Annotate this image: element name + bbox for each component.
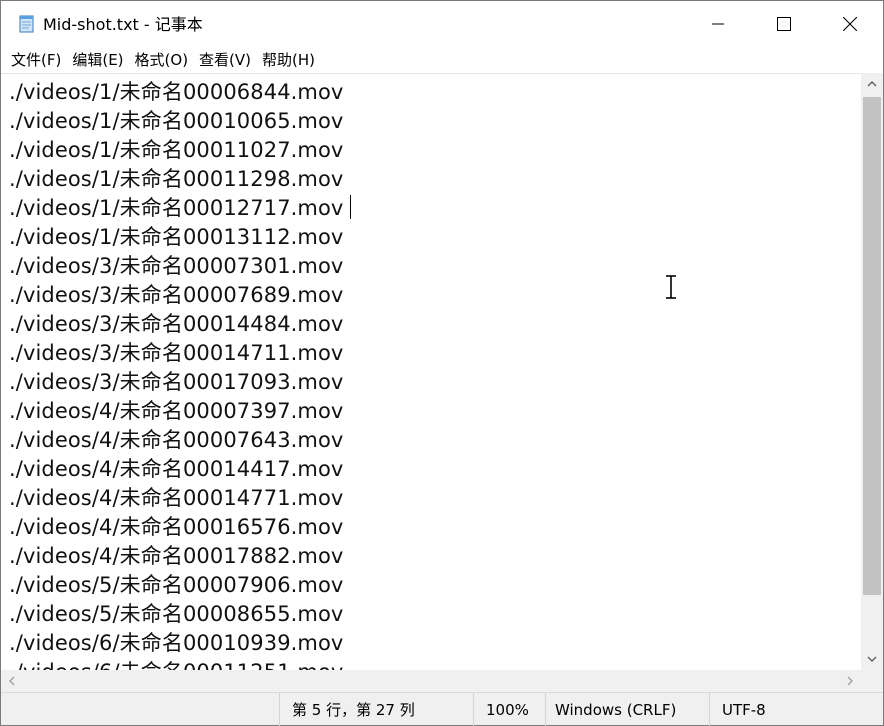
text-caret — [350, 195, 351, 219]
text-line: ./videos/1/未命名00011027.mov — [9, 138, 344, 162]
minimize-button[interactable] — [685, 1, 751, 47]
text-line: ./videos/1/未命名00010065.mov — [9, 109, 344, 133]
scroll-left-button[interactable] — [1, 670, 23, 692]
text-line: ./videos/6/未命名00011251.mov — [9, 658, 343, 670]
chevron-down-icon — [867, 656, 877, 662]
text-line: ./videos/4/未命名00007397.mov — [9, 399, 344, 423]
chevron-right-icon — [847, 676, 853, 686]
close-icon — [843, 17, 857, 31]
text-line: ./videos/1/未命名00012717.mov — [9, 196, 344, 220]
menu-bar: 文件(F) 编辑(E) 格式(O) 查看(V) 帮助(H) — [1, 47, 883, 73]
text-line: ./videos/4/未命名00014417.mov — [9, 457, 344, 481]
notepad-app-icon — [19, 15, 34, 33]
scroll-down-button[interactable] — [861, 648, 883, 670]
chevron-up-icon — [867, 81, 877, 87]
maximize-icon — [777, 17, 791, 31]
status-encoding: UTF-8 — [709, 693, 883, 726]
maximize-button[interactable] — [751, 1, 817, 47]
scrollbar-corner — [861, 670, 883, 692]
text-line: ./videos/4/未命名00007643.mov — [9, 428, 344, 452]
scroll-up-button[interactable] — [861, 73, 883, 95]
status-line-ending: Windows (CRLF) — [545, 693, 709, 726]
close-button[interactable] — [817, 1, 883, 47]
menu-edit[interactable]: 编辑(E) — [66, 50, 128, 70]
text-line: ./videos/4/未命名00017882.mov — [9, 544, 344, 568]
text-editor-area[interactable]: ./videos/1/未命名00006844.mov ./videos/1/未命… — [1, 73, 861, 670]
text-line: ./videos/1/未命名00013112.mov — [9, 225, 344, 249]
text-line: ./videos/3/未命名00014484.mov — [9, 312, 344, 336]
ibeam-cursor-icon — [666, 275, 676, 299]
vertical-scrollbar[interactable] — [861, 73, 883, 670]
menu-file[interactable]: 文件(F) — [5, 50, 66, 70]
text-line: ./videos/3/未命名00017093.mov — [9, 370, 344, 394]
menu-help[interactable]: 帮助(H) — [256, 50, 320, 70]
text-line: ./videos/3/未命名00014711.mov — [9, 341, 344, 365]
text-line: ./videos/5/未命名00008655.mov — [9, 602, 344, 626]
notepad-window: Mid-shot.txt - 记事本 文件(F) 编辑(E) 格式(O) 查看(… — [0, 0, 884, 726]
status-zoom: 100% — [473, 693, 545, 726]
text-line: ./videos/4/未命名00016576.mov — [9, 515, 344, 539]
text-line: ./videos/5/未命名00007906.mov — [9, 573, 344, 597]
status-bar: 第 5 行，第 27 列 100% Windows (CRLF) UTF-8 — [1, 692, 883, 726]
minimize-icon — [712, 23, 724, 25]
vertical-scroll-thumb[interactable] — [863, 97, 881, 595]
text-line: ./videos/6/未命名00010939.mov — [9, 631, 344, 655]
window-title: Mid-shot.txt - 记事本 — [43, 15, 203, 34]
horizontal-scrollbar[interactable] — [1, 670, 861, 692]
text-line: ./videos/3/未命名00007301.mov — [9, 254, 344, 278]
status-cursor-position: 第 5 行，第 27 列 — [279, 693, 473, 726]
scroll-right-button[interactable] — [839, 670, 861, 692]
menu-view[interactable]: 查看(V) — [193, 50, 256, 70]
text-lines: ./videos/1/未命名00006844.mov ./videos/1/未命… — [9, 78, 343, 670]
title-bar[interactable]: Mid-shot.txt - 记事本 — [1, 1, 883, 47]
text-line: ./videos/3/未命名00007689.mov — [9, 283, 344, 307]
text-line: ./videos/1/未命名00006844.mov — [9, 80, 344, 104]
text-line: ./videos/4/未命名00014771.mov — [9, 486, 344, 510]
text-line: ./videos/1/未命名00011298.mov — [9, 167, 344, 191]
menu-format[interactable]: 格式(O) — [129, 50, 194, 70]
chevron-left-icon — [9, 676, 15, 686]
